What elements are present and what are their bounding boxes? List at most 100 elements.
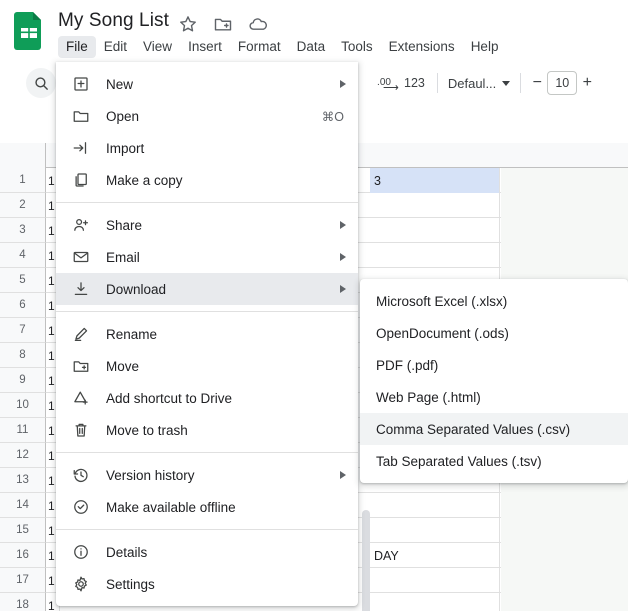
cell[interactable] [370,193,500,218]
download-option-web-page-html[interactable]: Web Page (.html) [360,381,628,413]
download-option-opendocument-ods[interactable]: OpenDocument (.ods) [360,317,628,349]
menu-item-rename[interactable]: Rename [56,318,358,350]
cell-selected[interactable]: 3 [370,168,500,193]
toolbar-divider [436,73,438,93]
download-option-label: Comma Separated Values (.csv) [376,421,571,437]
new-document-icon [70,74,92,94]
document-title[interactable]: My Song List [58,10,169,32]
decrease-decimal-icon[interactable]: .00 ⟶ [370,69,399,97]
menu-item-make-a-copy[interactable]: Make a copy [56,164,358,196]
menu-item-label: Make available offline [106,499,236,515]
menu-extensions[interactable]: Extensions [381,36,463,58]
menu-item-label: Open [106,108,140,124]
row-header[interactable]: 13 [0,468,46,493]
menu-tools[interactable]: Tools [333,36,381,58]
star-icon[interactable] [178,14,198,34]
menu-item-new[interactable]: New [56,68,358,100]
row-header[interactable]: 2 [0,193,46,218]
menu-item-share[interactable]: Share [56,209,358,241]
select-all-corner[interactable] [0,143,46,168]
menu-item-label: Make a copy [106,172,183,188]
menu-item-add-shortcut-to-drive[interactable]: Add shortcut to Drive [56,382,358,414]
menu-help[interactable]: Help [463,36,507,58]
menu-file[interactable]: File [58,36,96,58]
search-icon[interactable] [26,68,56,98]
add-shortcut-drive-icon [70,388,92,408]
chevron-down-icon [502,80,511,86]
row-header[interactable]: 1 [0,168,46,193]
menu-item-details[interactable]: Details [56,536,358,568]
font-size-decrease-button[interactable]: − [527,74,547,92]
cell[interactable] [370,568,500,593]
font-size-input[interactable]: 10 [547,71,578,95]
cell[interactable] [370,218,500,243]
row-header[interactable]: 3 [0,218,46,243]
google-sheets-window: My Song List File Edit View Insert Forma… [0,0,628,611]
row-header[interactable]: 16 [0,543,46,568]
download-option-tab-separated-values-tsv[interactable]: Tab Separated Values (.tsv) [360,445,628,477]
menu-edit[interactable]: Edit [96,36,135,58]
font-family-dropdown[interactable]: Defaul... [444,76,514,91]
chevron-right-icon [340,80,346,88]
row-header[interactable]: 4 [0,243,46,268]
menu-format[interactable]: Format [230,36,289,58]
menu-item-settings[interactable]: Settings [56,568,358,600]
cell[interactable] [370,593,500,611]
vertical-scrollbar[interactable] [362,510,370,611]
menu-item-label: New [106,76,134,92]
menu-item-version-history[interactable]: Version history [56,459,358,491]
row-header[interactable]: 11 [0,418,46,443]
cell-out-of-range [501,518,628,543]
font-size-increase-button[interactable]: + [577,74,597,92]
download-option-microsoft-excel-xlsx[interactable]: Microsoft Excel (.xlsx) [360,285,628,317]
row-header[interactable]: 6 [0,293,46,318]
row-header[interactable]: 7 [0,318,46,343]
menu-item-label: Move [106,358,140,374]
row-header-column: 123456789101112131415161718192021 [0,168,46,611]
arrow-right-glyph: ⟶ [383,82,399,94]
number-format-button[interactable]: 123 [398,69,431,97]
menu-item-label: Import [106,140,145,156]
download-option-comma-separated-values-csv[interactable]: Comma Separated Values (.csv) [360,413,628,445]
cell[interactable] [370,518,500,543]
move-folder-icon [70,356,92,376]
menu-item-label: Move to trash [106,422,188,438]
row-header[interactable]: 15 [0,518,46,543]
row-header[interactable]: 12 [0,443,46,468]
menu-item-import[interactable]: Import [56,132,358,164]
drive-cloud-status-icon[interactable] [248,14,268,34]
menu-data[interactable]: Data [289,36,334,58]
menu-insert[interactable]: Insert [180,36,230,58]
download-option-pdf-pdf[interactable]: PDF (.pdf) [360,349,628,381]
row-header[interactable]: 5 [0,268,46,293]
row-header[interactable]: 8 [0,343,46,368]
row-header[interactable]: 9 [0,368,46,393]
row-header[interactable]: 17 [0,568,46,593]
menu-item-make-available-offline[interactable]: Make available offline [56,491,358,523]
cell[interactable]: DAY [370,543,500,568]
move-to-folder-icon[interactable] [213,14,233,34]
menu-view[interactable]: View [135,36,180,58]
menu-item-download[interactable]: Download [56,273,358,305]
cell[interactable] [370,243,500,268]
row-header[interactable]: 10 [0,393,46,418]
cell-out-of-range [501,543,628,568]
cell-out-of-range [501,243,628,268]
cell[interactable] [370,493,500,518]
row-header[interactable]: 18 [0,593,46,611]
chevron-right-icon [340,253,346,261]
menu-item-email[interactable]: Email [56,241,358,273]
menu-item-label: Rename [106,326,158,342]
row-header[interactable]: 14 [0,493,46,518]
cell-out-of-range [501,493,628,518]
menu-item-move-to-trash[interactable]: Move to trash [56,414,358,446]
menu-item-shortcut: ⌘O [321,109,344,124]
menu-item-move[interactable]: Move [56,350,358,382]
menu-item-open[interactable]: Open ⌘O [56,100,358,132]
sheets-logo-icon[interactable] [14,12,44,50]
download-option-label: Microsoft Excel (.xlsx) [376,293,508,309]
menu-item-label: Settings [106,576,155,592]
download-option-label: OpenDocument (.ods) [376,325,509,341]
menu-item-label: Email [106,249,140,265]
email-envelope-icon [70,247,92,267]
